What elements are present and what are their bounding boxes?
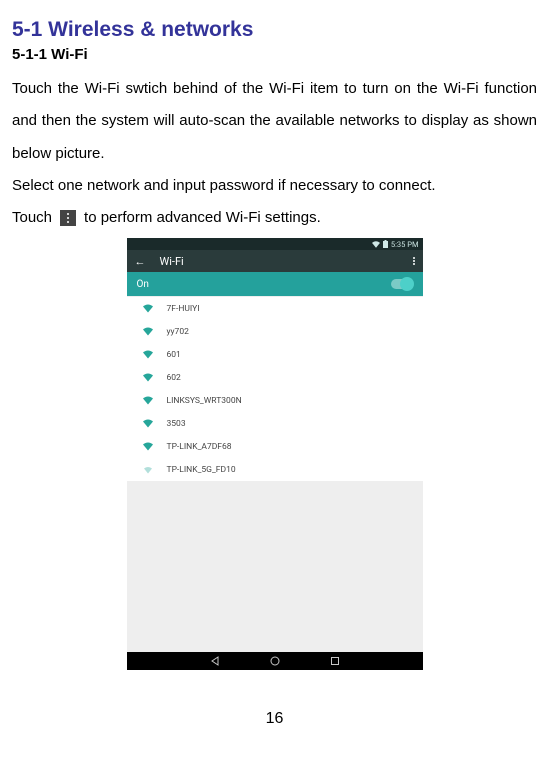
android-status-bar: 5:35 PM	[127, 238, 423, 250]
network-name: 601	[167, 350, 181, 360]
paragraph-3b: to perform advanced Wi-Fi settings.	[84, 202, 321, 234]
page-number: 16	[12, 710, 537, 728]
app-bar-title: Wi-Fi	[160, 255, 399, 268]
nav-back-icon[interactable]	[210, 656, 220, 666]
paragraph-3: Touch to perform advanced Wi-Fi settings…	[12, 202, 537, 234]
toggle-switch-icon[interactable]	[391, 279, 413, 289]
wifi-signal-icon	[143, 373, 153, 383]
list-item[interactable]: LINKSYS_WRT300N	[127, 389, 423, 412]
wifi-network-list: 7F-HUIYI yy702 601 602 LINKSYS_WRT300N 3…	[127, 297, 423, 481]
paragraph-1: Touch the Wi-Fi swtich behind of the Wi-…	[12, 73, 537, 170]
app-bar: ← Wi-Fi	[127, 250, 423, 272]
network-name: 602	[167, 373, 181, 383]
nav-recent-icon[interactable]	[330, 656, 340, 666]
subsection-heading: 5-1-1 Wi-Fi	[12, 46, 537, 63]
network-name: LINKSYS_WRT300N	[167, 396, 242, 406]
wifi-signal-icon	[143, 396, 153, 406]
network-name: TP-LINK_A7DF68	[167, 442, 232, 452]
wifi-signal-icon	[143, 350, 153, 360]
paragraph-3a: Touch	[12, 202, 52, 234]
battery-icon	[383, 240, 388, 248]
wifi-on-label: On	[137, 279, 149, 290]
network-name: 3503	[167, 419, 186, 429]
list-item[interactable]: TP-LINK_A7DF68	[127, 435, 423, 458]
wifi-toggle-row[interactable]: On	[127, 272, 423, 296]
android-nav-bar	[127, 652, 423, 670]
list-item[interactable]: yy702	[127, 320, 423, 343]
wifi-signal-icon	[143, 419, 153, 429]
list-item[interactable]: 601	[127, 343, 423, 366]
list-item[interactable]: TP-LINK_5G_FD10	[127, 458, 423, 481]
back-icon[interactable]: ←	[135, 255, 146, 268]
network-name: 7F-HUIYI	[167, 304, 200, 314]
overflow-menu-icon[interactable]	[413, 257, 415, 265]
wifi-signal-icon	[143, 442, 153, 452]
list-item[interactable]: 7F-HUIYI	[127, 297, 423, 320]
network-name: yy702	[167, 327, 189, 337]
list-item[interactable]: 3503	[127, 412, 423, 435]
status-time: 5:35 PM	[391, 240, 419, 249]
list-item[interactable]: 602	[127, 366, 423, 389]
wifi-signal-icon	[143, 304, 153, 314]
wifi-signal-icon	[143, 465, 153, 475]
wifi-status-icon	[372, 241, 380, 248]
nav-home-icon[interactable]	[270, 656, 280, 666]
section-heading: 5-1 Wireless & networks	[12, 18, 537, 42]
wifi-settings-screenshot: 5:35 PM ← Wi-Fi On 7F-HUIYI yy702 601 60…	[127, 238, 423, 670]
network-name: TP-LINK_5G_FD10	[167, 465, 236, 475]
wifi-signal-icon	[143, 327, 153, 337]
overflow-menu-icon	[60, 210, 76, 226]
paragraph-2: Select one network and input password if…	[12, 170, 537, 202]
